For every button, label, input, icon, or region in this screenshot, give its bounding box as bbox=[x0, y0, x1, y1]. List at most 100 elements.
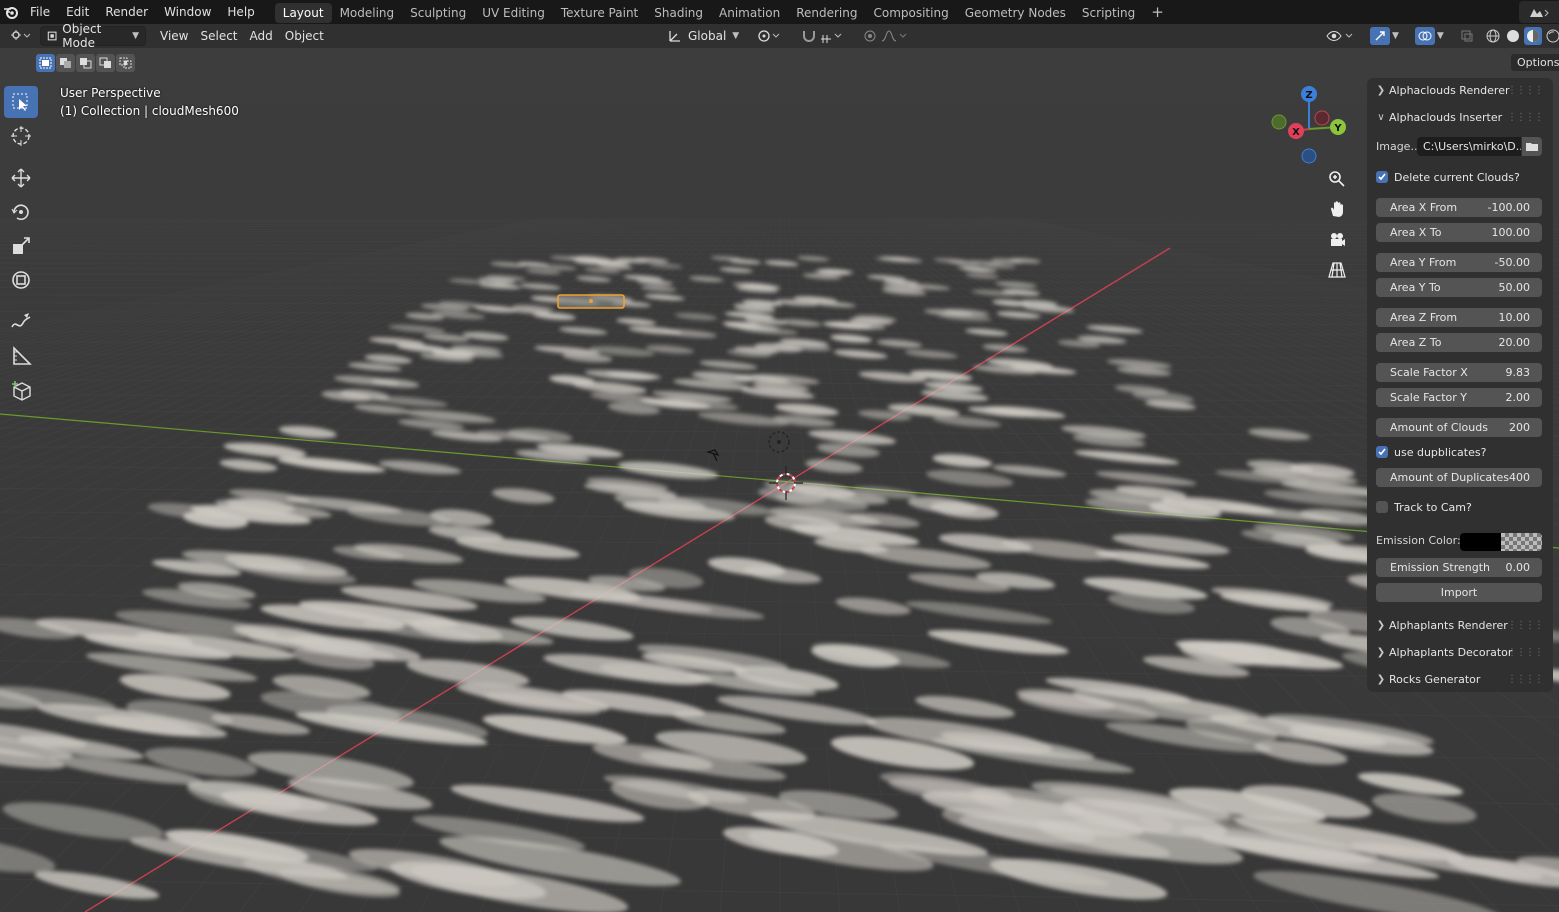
options-button[interactable]: Options bbox=[1511, 54, 1559, 71]
area-x-to-field[interactable]: Area X To 100.00 bbox=[1376, 223, 1542, 242]
menu-render[interactable]: Render bbox=[97, 0, 156, 24]
header-menu-object[interactable]: Object bbox=[279, 26, 330, 46]
tab-modeling[interactable]: Modeling bbox=[332, 3, 403, 23]
tab-layout[interactable]: Layout bbox=[274, 3, 332, 23]
menu-file[interactable]: File bbox=[22, 0, 58, 24]
annotate-tool-icon[interactable] bbox=[4, 306, 38, 338]
scale-factor-x-field[interactable]: Scale Factor X 9.83 bbox=[1376, 363, 1542, 382]
solid-shading-icon[interactable] bbox=[1504, 27, 1522, 45]
header-menu-select[interactable]: Select bbox=[194, 26, 243, 46]
perspective-toggle-button[interactable] bbox=[1322, 255, 1352, 285]
add-workspace-button[interactable]: + bbox=[1143, 3, 1172, 21]
proportional-editing-button[interactable] bbox=[857, 26, 915, 46]
drag-handle-icon[interactable]: ⋮⋮⋮⋮ bbox=[1507, 112, 1544, 123]
emission-strength-field[interactable]: Emission Strength 0.00 bbox=[1376, 558, 1542, 577]
menu-help[interactable]: Help bbox=[219, 0, 262, 24]
select-extend-icon[interactable] bbox=[56, 54, 75, 72]
editor-type-button[interactable] bbox=[4, 26, 36, 46]
panel-rocks-generator[interactable]: ❯ Rocks Generator ⋮⋮⋮⋮ bbox=[1373, 668, 1547, 690]
drag-handle-icon[interactable]: ⋮⋮⋮⋮ bbox=[1507, 674, 1544, 685]
area-y-to-field[interactable]: Area Y To 50.00 bbox=[1376, 278, 1542, 297]
material-shading-icon[interactable] bbox=[1523, 27, 1542, 45]
overlays-toggle[interactable]: ▼ bbox=[1409, 26, 1450, 46]
drag-handle-icon[interactable]: ⋮⋮⋮⋮ bbox=[1507, 647, 1544, 658]
scale-factor-y-field[interactable]: Scale Factor Y 2.00 bbox=[1376, 388, 1542, 407]
tab-sculpting[interactable]: Sculpting bbox=[402, 3, 474, 23]
emission-color-swatch[interactable] bbox=[1460, 533, 1542, 551]
checkbox-unchecked-icon bbox=[1376, 501, 1388, 513]
delete-clouds-checkbox[interactable]: Delete current Clouds? bbox=[1376, 168, 1520, 186]
panel-alphaplants-decorator[interactable]: ❯ Alphaplants Decorator ⋮⋮⋮⋮ bbox=[1373, 641, 1547, 663]
header-menu-add[interactable]: Add bbox=[244, 26, 279, 46]
rotate-tool-icon[interactable] bbox=[4, 196, 38, 228]
menu-edit[interactable]: Edit bbox=[58, 0, 97, 24]
camera-view-button[interactable] bbox=[1322, 225, 1352, 255]
rendered-shading-icon[interactable] bbox=[1544, 27, 1559, 45]
folder-browse-button[interactable] bbox=[1522, 137, 1542, 156]
gizmos-toggle[interactable]: ▼ bbox=[1364, 26, 1405, 46]
tab-rendering[interactable]: Rendering bbox=[788, 3, 865, 23]
pan-view-button[interactable] bbox=[1322, 194, 1352, 224]
field-value: 9.83 bbox=[1505, 366, 1531, 379]
amount-of-clouds-field[interactable]: Amount of Clouds 200 bbox=[1376, 418, 1542, 437]
field-value: -100.00 bbox=[1487, 201, 1530, 214]
cursor-tool-icon[interactable] bbox=[4, 120, 38, 152]
3d-viewport[interactable]: Options User Perspective (1) Collection … bbox=[0, 48, 1559, 912]
pivot-point-button[interactable] bbox=[751, 26, 789, 46]
chevron-right-icon: ❯ bbox=[1376, 673, 1386, 685]
tab-uv-editing[interactable]: UV Editing bbox=[474, 3, 553, 23]
tab-scripting[interactable]: Scripting bbox=[1074, 3, 1143, 23]
scale-tool-icon[interactable] bbox=[4, 230, 38, 262]
zoom-view-button[interactable] bbox=[1322, 164, 1352, 194]
tab-texture-paint[interactable]: Texture Paint bbox=[553, 3, 646, 23]
orientation-dropdown[interactable]: Global ▼ bbox=[662, 26, 745, 46]
field-value: 50.00 bbox=[1498, 281, 1531, 294]
blender-logo-icon[interactable] bbox=[0, 0, 22, 24]
snapping-button[interactable] bbox=[795, 26, 851, 46]
scene-selector-icon[interactable] bbox=[1519, 1, 1559, 23]
wireframe-shading-icon[interactable] bbox=[1484, 27, 1502, 45]
panel-alphaclouds-inserter[interactable]: ∨ Alphaclouds Inserter ⋮⋮⋮⋮ bbox=[1373, 106, 1547, 128]
xray-toggle[interactable] bbox=[1454, 26, 1480, 46]
select-box-tool-icon[interactable] bbox=[4, 86, 38, 118]
panel-alphaclouds-renderer[interactable]: ❯ Alphaclouds Renderer ⋮⋮⋮⋮ bbox=[1373, 79, 1547, 101]
tab-compositing[interactable]: Compositing bbox=[865, 3, 956, 23]
select-intersect-icon[interactable] bbox=[116, 54, 135, 72]
selected-object-origin bbox=[589, 299, 593, 303]
navigation-gizmo[interactable]: Z Y X bbox=[1266, 84, 1356, 174]
amount-of-duplicates-field[interactable]: Amount of Duplicates 400 bbox=[1376, 468, 1542, 487]
hand-icon bbox=[1331, 201, 1343, 217]
track-to-cam-checkbox[interactable]: Track to Cam? bbox=[1376, 498, 1472, 516]
top-menu-bar: File Edit Render Window Help Layout Mode… bbox=[0, 0, 1559, 24]
xray-icon bbox=[1461, 30, 1473, 42]
select-new-icon[interactable] bbox=[36, 54, 55, 72]
area-z-to-field[interactable]: Area Z To 20.00 bbox=[1376, 333, 1542, 352]
mode-dropdown[interactable]: Object Mode ▼ bbox=[40, 22, 146, 50]
drag-handle-icon[interactable]: ⋮⋮⋮⋮ bbox=[1507, 620, 1544, 631]
image-path-field[interactable]: C:\Users\mirko\D... bbox=[1417, 137, 1521, 156]
panel-alphaplants-renderer[interactable]: ❯ Alphaplants Renderer ⋮⋮⋮⋮ bbox=[1373, 614, 1547, 636]
button-label: Import bbox=[1440, 586, 1478, 599]
header-menu-view[interactable]: View bbox=[154, 26, 194, 46]
area-y-from-field[interactable]: Area Y From -50.00 bbox=[1376, 253, 1542, 272]
tab-geometry-nodes[interactable]: Geometry Nodes bbox=[957, 3, 1074, 23]
tool-shelf bbox=[0, 84, 42, 408]
falloff-curve-icon bbox=[882, 30, 907, 42]
camera-icon bbox=[1331, 233, 1345, 246]
import-button[interactable]: Import bbox=[1376, 583, 1542, 602]
tab-shading[interactable]: Shading bbox=[646, 3, 711, 23]
add-cube-tool-icon[interactable] bbox=[4, 374, 38, 406]
drag-handle-icon[interactable]: ⋮⋮⋮⋮ bbox=[1507, 85, 1544, 96]
menu-window[interactable]: Window bbox=[156, 0, 219, 24]
tab-animation[interactable]: Animation bbox=[711, 3, 788, 23]
area-x-from-field[interactable]: Area X From -100.00 bbox=[1376, 198, 1542, 217]
field-value: 200 bbox=[1509, 421, 1530, 434]
select-invert-icon[interactable] bbox=[96, 54, 115, 72]
move-tool-icon[interactable] bbox=[4, 162, 38, 194]
measure-tool-icon[interactable] bbox=[4, 340, 38, 372]
area-z-from-field[interactable]: Area Z From 10.00 bbox=[1376, 308, 1542, 327]
transform-tool-icon[interactable] bbox=[4, 264, 38, 296]
visibility-button[interactable] bbox=[1320, 26, 1360, 46]
use-duplicates-checkbox[interactable]: use dupblicates? bbox=[1376, 443, 1486, 461]
select-subtract-icon[interactable] bbox=[76, 54, 95, 72]
